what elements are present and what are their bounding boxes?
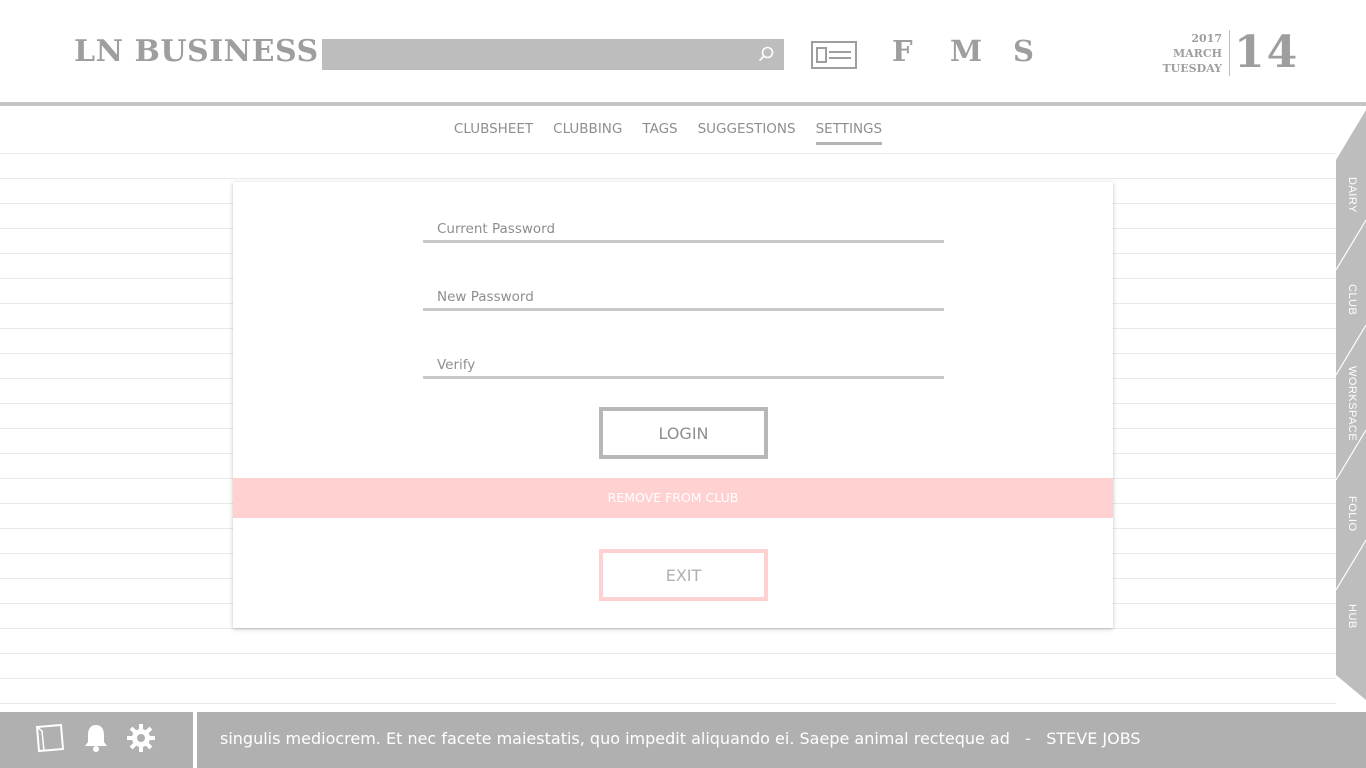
current-password-field — [423, 217, 944, 243]
gear-icon[interactable] — [126, 723, 156, 758]
side-tab-workspace[interactable]: WORKSPACE — [1346, 366, 1358, 441]
filter-m-button[interactable]: M — [950, 34, 982, 68]
quote-author: STEVE JOBS — [1046, 729, 1141, 748]
exit-button[interactable]: EXIT — [599, 549, 768, 601]
side-tab-dairy[interactable]: DAIRY — [1346, 177, 1358, 213]
bell-icon[interactable] — [82, 723, 110, 758]
current-password-input[interactable] — [423, 217, 944, 240]
tab-clubsheet[interactable]: CLUBSHEET — [454, 121, 533, 145]
footer-icons — [0, 712, 193, 768]
login-button[interactable]: LOGIN — [599, 407, 768, 459]
notes-icon[interactable] — [34, 723, 66, 758]
filter-f-button[interactable]: F — [892, 34, 913, 68]
side-tab-folio[interactable]: FOLIO — [1346, 496, 1358, 532]
quote-text: singulis mediocrem. Et nec facete maiest… — [220, 729, 1010, 748]
search-bar[interactable] — [322, 39, 784, 70]
footer-divider — [193, 712, 197, 768]
app-logo[interactable]: LN BUSINESS — [74, 34, 319, 69]
date-year: 2017 — [1191, 32, 1222, 45]
main-tabs: CLUBSHEET CLUBBING TAGS SUGGESTIONS SETT… — [0, 110, 1336, 154]
date-block: 2017 MARCH TUESDAY — [1150, 31, 1223, 76]
side-tab-club[interactable]: CLUB — [1346, 284, 1358, 315]
date-day: 14 — [1234, 27, 1300, 78]
search-icon[interactable] — [758, 46, 774, 62]
verify-password-input[interactable] — [423, 353, 944, 376]
new-password-input[interactable] — [423, 285, 944, 308]
quote-ticker: singulis mediocrem. Et nec facete maiest… — [220, 729, 1141, 748]
footer: singulis mediocrem. Et nec facete maiest… — [0, 712, 1366, 768]
tab-settings[interactable]: SETTINGS — [815, 121, 883, 145]
tab-tags[interactable]: TAGS — [642, 121, 677, 145]
date-weekday: TUESDAY — [1162, 62, 1223, 75]
filter-s-button[interactable]: S — [1013, 34, 1034, 68]
remove-from-club-button[interactable]: REMOVE FROM CLUB — [233, 478, 1113, 518]
date-divider — [1229, 30, 1230, 76]
settings-card: LOGIN REMOVE FROM CLUB EXIT — [233, 182, 1113, 628]
id-card-icon[interactable] — [811, 41, 857, 69]
side-tab-hub[interactable]: HUB — [1346, 604, 1358, 629]
verify-password-field — [423, 353, 944, 379]
new-password-field — [423, 285, 944, 311]
quote-separator: - — [1025, 729, 1031, 748]
date-month: MARCH — [1172, 47, 1222, 60]
tab-clubbing[interactable]: CLUBBING — [553, 121, 622, 145]
header: LN BUSINESS F M S 2017 MARCH TUESDAY 14 — [0, 0, 1366, 106]
tab-suggestions[interactable]: SUGGESTIONS — [698, 121, 796, 145]
